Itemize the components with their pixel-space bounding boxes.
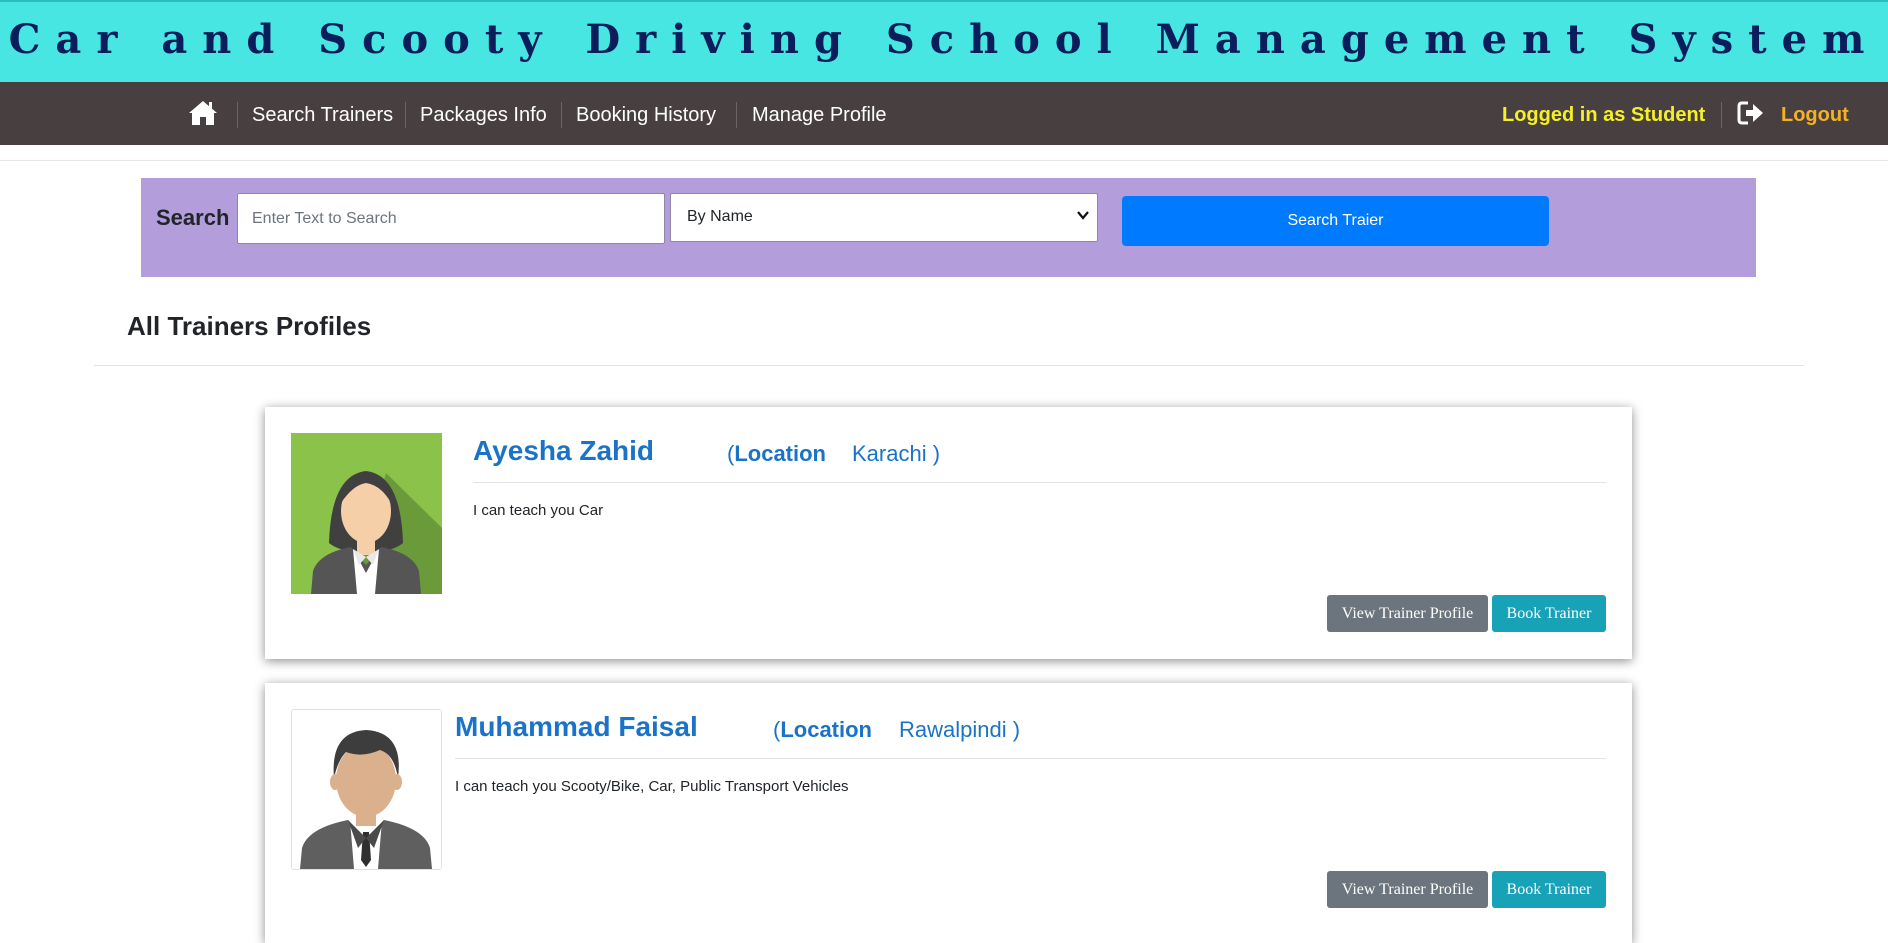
location-value: Rawalpindi ): [899, 717, 1021, 742]
site-title: Car and Scooty Driving School Management…: [8, 16, 1880, 63]
trainer-name[interactable]: Ayesha Zahid: [473, 435, 654, 467]
logout-link[interactable]: Logout: [1781, 104, 1849, 127]
view-trainer-profile-button[interactable]: View Trainer Profile: [1327, 871, 1488, 908]
nav-packages-info[interactable]: Packages Info: [420, 104, 547, 127]
home-icon[interactable]: [188, 99, 218, 127]
nav-divider: [237, 102, 238, 128]
trainer-name[interactable]: Muhammad Faisal: [455, 711, 698, 743]
location-value: Karachi ): [852, 441, 941, 466]
female-avatar: [291, 433, 442, 594]
trainer-card: Ayesha Zahid (Location Karachi ) I can t…: [265, 407, 1632, 659]
login-status: Logged in as Student: [1502, 104, 1706, 126]
site-banner: Car and Scooty Driving School Management…: [0, 0, 1888, 82]
nav-manage-profile[interactable]: Manage Profile: [752, 104, 887, 127]
page-title: All Trainers Profiles: [127, 311, 372, 341]
search-trainer-button[interactable]: Search Traier: [1122, 196, 1549, 246]
book-trainer-button[interactable]: Book Trainer: [1492, 871, 1606, 908]
search-filter-select[interactable]: By Name: [670, 193, 1098, 242]
search-input[interactable]: [237, 193, 665, 244]
male-avatar: [291, 709, 442, 870]
nav-divider: [405, 102, 406, 128]
card-divider: [473, 482, 1606, 483]
nav-booking-history[interactable]: Booking History: [576, 104, 716, 127]
main-navbar: Search Trainers Packages Info Booking Hi…: [0, 82, 1888, 145]
card-divider: [455, 758, 1606, 759]
trainer-location: (Location: [727, 441, 826, 467]
divider: [0, 160, 1888, 161]
trainer-card: Muhammad Faisal (Location Rawalpindi ) I…: [265, 683, 1632, 943]
sign-out-icon[interactable]: [1737, 99, 1765, 127]
chevron-down-icon: [1077, 208, 1089, 225]
trainer-description: I can teach you Scooty/Bike, Car, Public…: [455, 778, 849, 795]
trainer-location: (Location: [773, 717, 872, 743]
trainer-description: I can teach you Car: [473, 502, 604, 519]
location-label: Location: [780, 717, 872, 742]
location-label: Location: [734, 441, 826, 466]
search-label: Search: [156, 205, 230, 230]
search-filter-value: By Name: [687, 208, 753, 225]
book-trainer-button[interactable]: Book Trainer: [1492, 595, 1606, 632]
nav-divider: [561, 102, 562, 128]
search-panel: Search By Name Search Traier: [141, 178, 1756, 277]
nav-divider: [1721, 102, 1722, 128]
heading-divider: [94, 365, 1804, 366]
view-trainer-profile-button[interactable]: View Trainer Profile: [1327, 595, 1488, 632]
nav-divider: [736, 102, 737, 128]
nav-search-trainers[interactable]: Search Trainers: [252, 104, 393, 127]
